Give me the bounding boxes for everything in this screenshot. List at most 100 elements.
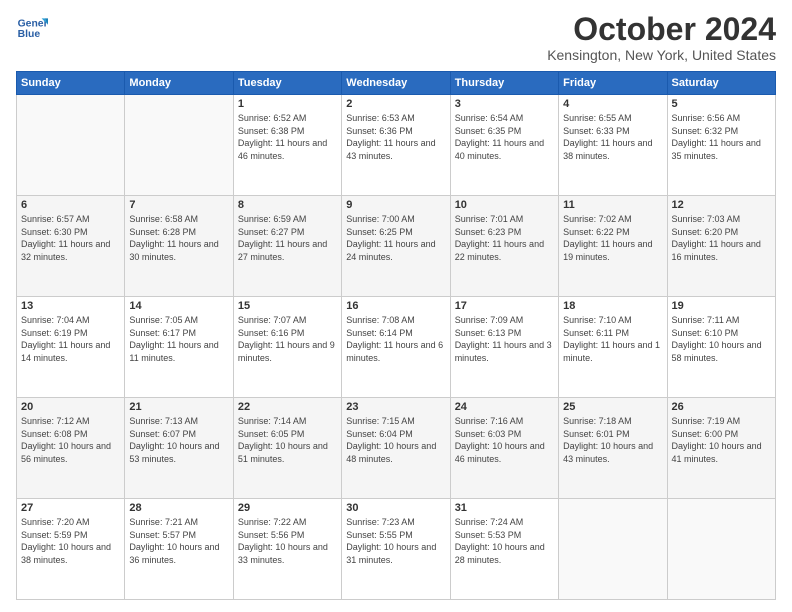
day-info: Sunrise: 7:22 AM Sunset: 5:56 PM Dayligh… bbox=[238, 516, 337, 566]
day-number: 18 bbox=[563, 300, 662, 312]
weekday-header-wednesday: Wednesday bbox=[342, 72, 450, 95]
day-number: 10 bbox=[455, 199, 554, 211]
calendar-cell: 10Sunrise: 7:01 AM Sunset: 6:23 PM Dayli… bbox=[450, 196, 558, 297]
day-info: Sunrise: 7:18 AM Sunset: 6:01 PM Dayligh… bbox=[563, 415, 662, 465]
weekday-header-friday: Friday bbox=[559, 72, 667, 95]
calendar-cell: 4Sunrise: 6:55 AM Sunset: 6:33 PM Daylig… bbox=[559, 95, 667, 196]
day-number: 21 bbox=[129, 401, 228, 413]
calendar-cell bbox=[17, 95, 125, 196]
day-info: Sunrise: 6:54 AM Sunset: 6:35 PM Dayligh… bbox=[455, 112, 554, 162]
page: General Blue October 2024 Kensington, Ne… bbox=[0, 0, 792, 612]
day-number: 22 bbox=[238, 401, 337, 413]
calendar-cell: 1 Sunrise: 6:52 AM Sunset: 6:38 PM Daylig… bbox=[233, 95, 341, 196]
calendar-cell: 5 Sunrise: 6:56 AM Sunset: 6:32 PM Daylig… bbox=[667, 95, 775, 196]
day-number: 26 bbox=[672, 401, 771, 413]
day-number: 19 bbox=[672, 300, 771, 312]
day-number: 15 bbox=[238, 300, 337, 312]
day-info: Sunrise: 7:21 AM Sunset: 5:57 PM Dayligh… bbox=[129, 516, 228, 566]
calendar-cell: 9 Sunrise: 7:00 AM Sunset: 6:25 PM Daylig… bbox=[342, 196, 450, 297]
calendar-cell: 24 Sunrise: 7:16 AM Sunset: 6:03 PM Dayli… bbox=[450, 398, 558, 499]
calendar-cell bbox=[559, 499, 667, 600]
calendar-cell bbox=[667, 499, 775, 600]
calendar-week-1: 1 Sunrise: 6:52 AM Sunset: 6:38 PM Daylig… bbox=[17, 95, 776, 196]
calendar-cell: 20Sunrise: 7:12 AM Sunset: 6:08 PM Dayli… bbox=[17, 398, 125, 499]
calendar-table: SundayMondayTuesdayWednesdayThursdayFrid… bbox=[16, 71, 776, 600]
day-number: 4 bbox=[563, 98, 662, 110]
calendar-week-2: 6Sunrise: 6:57 AM Sunset: 6:30 PM Daylig… bbox=[17, 196, 776, 297]
day-number: 30 bbox=[346, 502, 445, 514]
day-number: 1 bbox=[238, 98, 337, 110]
day-number: 9 bbox=[346, 199, 445, 211]
month-title: October 2024 bbox=[547, 12, 776, 47]
calendar-cell: 19Sunrise: 7:11 AM Sunset: 6:10 PM Dayli… bbox=[667, 297, 775, 398]
title-block: October 2024 Kensington, New York, Unite… bbox=[547, 12, 776, 63]
calendar-cell: 25 Sunrise: 7:18 AM Sunset: 6:01 PM Dayli… bbox=[559, 398, 667, 499]
calendar-cell bbox=[125, 95, 233, 196]
day-info: Sunrise: 7:13 AM Sunset: 6:07 PM Dayligh… bbox=[129, 415, 228, 465]
day-info: Sunrise: 7:20 AM Sunset: 5:59 PM Dayligh… bbox=[21, 516, 120, 566]
day-info: Sunrise: 6:52 AM Sunset: 6:38 PM Dayligh… bbox=[238, 112, 337, 162]
calendar-cell: 28 Sunrise: 7:21 AM Sunset: 5:57 PM Dayli… bbox=[125, 499, 233, 600]
calendar-cell: 14Sunrise: 7:05 AM Sunset: 6:17 PM Dayli… bbox=[125, 297, 233, 398]
calendar-cell: 26 Sunrise: 7:19 AM Sunset: 6:00 PM Dayli… bbox=[667, 398, 775, 499]
day-info: Sunrise: 7:08 AM Sunset: 6:14 PM Dayligh… bbox=[346, 314, 445, 364]
day-number: 28 bbox=[129, 502, 228, 514]
calendar-cell: 2Sunrise: 6:53 AM Sunset: 6:36 PM Daylig… bbox=[342, 95, 450, 196]
day-number: 5 bbox=[672, 98, 771, 110]
calendar-week-3: 13Sunrise: 7:04 AM Sunset: 6:19 PM Dayli… bbox=[17, 297, 776, 398]
day-number: 17 bbox=[455, 300, 554, 312]
weekday-header-monday: Monday bbox=[125, 72, 233, 95]
calendar-header-row: SundayMondayTuesdayWednesdayThursdayFrid… bbox=[17, 72, 776, 95]
svg-text:Blue: Blue bbox=[18, 29, 41, 40]
day-info: Sunrise: 7:14 AM Sunset: 6:05 PM Dayligh… bbox=[238, 415, 337, 465]
day-info: Sunrise: 6:59 AM Sunset: 6:27 PM Dayligh… bbox=[238, 213, 337, 263]
day-info: Sunrise: 7:23 AM Sunset: 5:55 PM Dayligh… bbox=[346, 516, 445, 566]
calendar-cell: 3 Sunrise: 6:54 AM Sunset: 6:35 PM Daylig… bbox=[450, 95, 558, 196]
day-info: Sunrise: 7:05 AM Sunset: 6:17 PM Dayligh… bbox=[129, 314, 228, 364]
day-info: Sunrise: 7:09 AM Sunset: 6:13 PM Dayligh… bbox=[455, 314, 554, 364]
calendar-cell: 30 Sunrise: 7:23 AM Sunset: 5:55 PM Dayli… bbox=[342, 499, 450, 600]
calendar-cell: 23 Sunrise: 7:15 AM Sunset: 6:04 PM Dayli… bbox=[342, 398, 450, 499]
day-number: 25 bbox=[563, 401, 662, 413]
day-number: 31 bbox=[455, 502, 554, 514]
day-number: 11 bbox=[563, 199, 662, 211]
calendar-cell: 17 Sunrise: 7:09 AM Sunset: 6:13 PM Dayli… bbox=[450, 297, 558, 398]
weekday-header-sunday: Sunday bbox=[17, 72, 125, 95]
day-info: Sunrise: 6:57 AM Sunset: 6:30 PM Dayligh… bbox=[21, 213, 120, 263]
calendar-cell: 18 Sunrise: 7:10 AM Sunset: 6:11 PM Dayli… bbox=[559, 297, 667, 398]
calendar-cell: 6Sunrise: 6:57 AM Sunset: 6:30 PM Daylig… bbox=[17, 196, 125, 297]
day-info: Sunrise: 7:04 AM Sunset: 6:19 PM Dayligh… bbox=[21, 314, 120, 364]
calendar-cell: 21 Sunrise: 7:13 AM Sunset: 6:07 PM Dayli… bbox=[125, 398, 233, 499]
day-number: 8 bbox=[238, 199, 337, 211]
day-number: 27 bbox=[21, 502, 120, 514]
day-info: Sunrise: 7:10 AM Sunset: 6:11 PM Dayligh… bbox=[563, 314, 662, 364]
calendar-cell: 8 Sunrise: 6:59 AM Sunset: 6:27 PM Daylig… bbox=[233, 196, 341, 297]
calendar-cell: 13Sunrise: 7:04 AM Sunset: 6:19 PM Dayli… bbox=[17, 297, 125, 398]
day-info: Sunrise: 7:19 AM Sunset: 6:00 PM Dayligh… bbox=[672, 415, 771, 465]
calendar-cell: 27 Sunrise: 7:20 AM Sunset: 5:59 PM Dayli… bbox=[17, 499, 125, 600]
day-info: Sunrise: 7:07 AM Sunset: 6:16 PM Dayligh… bbox=[238, 314, 337, 364]
day-info: Sunrise: 7:16 AM Sunset: 6:03 PM Dayligh… bbox=[455, 415, 554, 465]
calendar-body: 1 Sunrise: 6:52 AM Sunset: 6:38 PM Daylig… bbox=[17, 95, 776, 600]
calendar-cell: 7Sunrise: 6:58 AM Sunset: 6:28 PM Daylig… bbox=[125, 196, 233, 297]
day-info: Sunrise: 7:02 AM Sunset: 6:22 PM Dayligh… bbox=[563, 213, 662, 263]
calendar-cell: 16 Sunrise: 7:08 AM Sunset: 6:14 PM Dayli… bbox=[342, 297, 450, 398]
logo-icon: General Blue bbox=[16, 12, 48, 44]
calendar-week-4: 20Sunrise: 7:12 AM Sunset: 6:08 PM Dayli… bbox=[17, 398, 776, 499]
calendar-cell: 22 Sunrise: 7:14 AM Sunset: 6:05 PM Dayli… bbox=[233, 398, 341, 499]
calendar-cell: 31Sunrise: 7:24 AM Sunset: 5:53 PM Dayli… bbox=[450, 499, 558, 600]
day-info: Sunrise: 6:58 AM Sunset: 6:28 PM Dayligh… bbox=[129, 213, 228, 263]
day-number: 3 bbox=[455, 98, 554, 110]
day-info: Sunrise: 7:15 AM Sunset: 6:04 PM Dayligh… bbox=[346, 415, 445, 465]
logo: General Blue bbox=[16, 12, 48, 44]
day-number: 24 bbox=[455, 401, 554, 413]
location: Kensington, New York, United States bbox=[547, 47, 776, 63]
day-number: 16 bbox=[346, 300, 445, 312]
calendar-cell: 12Sunrise: 7:03 AM Sunset: 6:20 PM Dayli… bbox=[667, 196, 775, 297]
calendar-cell: 29Sunrise: 7:22 AM Sunset: 5:56 PM Dayli… bbox=[233, 499, 341, 600]
day-info: Sunrise: 6:56 AM Sunset: 6:32 PM Dayligh… bbox=[672, 112, 771, 162]
day-info: Sunrise: 7:00 AM Sunset: 6:25 PM Dayligh… bbox=[346, 213, 445, 263]
day-number: 23 bbox=[346, 401, 445, 413]
day-info: Sunrise: 7:03 AM Sunset: 6:20 PM Dayligh… bbox=[672, 213, 771, 263]
calendar-cell: 11 Sunrise: 7:02 AM Sunset: 6:22 PM Dayli… bbox=[559, 196, 667, 297]
